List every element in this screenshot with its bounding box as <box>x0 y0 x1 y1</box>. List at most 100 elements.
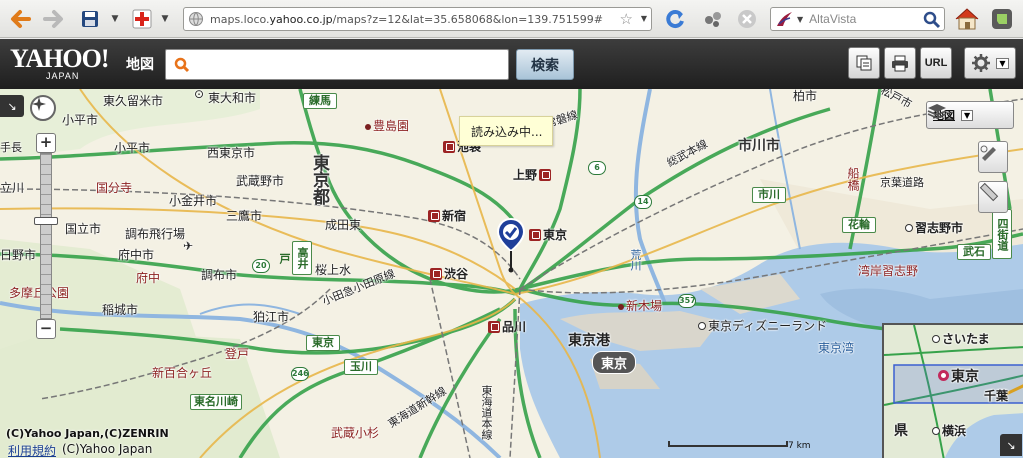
yokohama-text: 横浜 <box>942 424 967 438</box>
magnifier-icon[interactable] <box>923 11 941 29</box>
scale-bar <box>668 441 788 447</box>
logo-subtext: JAPAN <box>46 71 80 81</box>
reload-button[interactable] <box>662 6 688 32</box>
station-shibuya[interactable]: 渋谷 <box>430 265 468 282</box>
url-domain: yahoo.co.jp <box>269 12 333 26</box>
shinjuku-text: 新宿 <box>442 209 467 223</box>
map-search-input[interactable] <box>165 49 509 80</box>
measure-tool-button[interactable] <box>978 181 1008 213</box>
stop-button[interactable] <box>734 6 760 32</box>
history-dropdown-arrow[interactable]: ▼ <box>641 14 647 23</box>
forward-arrow-icon <box>43 10 63 28</box>
label-kodaira: 小平市 <box>62 113 99 127</box>
url-path: /maps?z=12&lat=35.658068&lon=139.751599# <box>332 12 603 26</box>
map-layer-selector[interactable]: 地図 ▼ <box>926 101 1014 129</box>
compass-icon <box>32 97 46 111</box>
zoom-in-button[interactable]: + <box>36 133 56 153</box>
label-tama-park: 多摩丘公園 <box>9 286 70 300</box>
label-funabashi: 船橋 <box>846 167 860 191</box>
save-dropdown-arrow[interactable]: ▼ <box>108 6 122 32</box>
collapse-panel-button[interactable]: ↘ <box>0 95 24 117</box>
floppy-disk-icon <box>82 11 98 27</box>
search-engine-dropdown[interactable]: ▼ <box>797 15 803 24</box>
map-canvas[interactable]: 東久留米市 ⊙ 東大和市 小平市 小平市 西東京市 武蔵野市 小金井市 三鷹市 … <box>0 89 1023 458</box>
rail-station-icon <box>430 267 442 280</box>
search-button[interactable]: 検索 <box>516 49 574 80</box>
addon-button[interactable] <box>700 6 726 32</box>
station-ueno[interactable]: 上野 <box>513 166 552 183</box>
url-button[interactable]: URL <box>920 47 952 79</box>
label-hino: 日野市 <box>0 248 37 262</box>
ic-tamagawa: 玉川 <box>344 359 378 375</box>
label-arakawa: 荒川 <box>629 249 642 271</box>
url-host: maps.loco. <box>210 12 270 26</box>
label-chofu-airport: 調布飛行場 <box>125 227 186 241</box>
overview-ken: 県 <box>894 423 908 439</box>
zoom-slider-thumb[interactable] <box>34 217 58 225</box>
label-musashino: 武蔵野市 <box>236 174 285 188</box>
tokyo-marker-icon <box>938 370 949 381</box>
label-disneyland: 東京ディズニーランド <box>698 317 827 334</box>
label-komae: 狛江市 <box>253 310 290 324</box>
label-noboto: 登戸 <box>225 345 249 362</box>
pan-control[interactable] <box>30 95 56 121</box>
station-shinagawa[interactable]: 品川 <box>488 318 526 335</box>
reload-icon <box>666 10 684 29</box>
shibuya-text: 渋谷 <box>444 267 469 281</box>
label-tokyo-district-badge: 東京 <box>592 351 637 374</box>
ic-tomei-kawasaki: 東名川崎 <box>190 394 242 410</box>
station-shinjuku[interactable]: 新宿 <box>428 207 466 224</box>
overview-toggle-button[interactable]: ↘ <box>1000 434 1022 456</box>
yahoo-japan-logo[interactable]: YAHOO! JAPAN <box>10 44 109 82</box>
address-text: maps.loco.yahoo.co.jp/maps?z=12&lat=35.6… <box>210 13 603 26</box>
ic-yotsukaido: 四街道 <box>992 209 1012 259</box>
print-button[interactable] <box>884 47 916 79</box>
label-tokyo-bay: 東京湾 <box>818 341 855 355</box>
settings-button[interactable]: ▼ <box>964 47 1016 79</box>
rail-station-icon <box>488 320 500 333</box>
label-tokaido-main: 東海道本線 <box>480 385 493 440</box>
ic-hanawa: 花輪 <box>842 217 876 233</box>
search-bar[interactable]: ▼ AltaVista <box>770 7 945 31</box>
zoom-out-button[interactable]: − <box>36 319 56 339</box>
forward-button[interactable] <box>40 6 68 32</box>
ic-ichikawa: 市川 <box>752 187 786 203</box>
draw-tool-button[interactable] <box>978 141 1008 173</box>
addon-icon <box>705 12 721 27</box>
evernote-icon <box>992 9 1012 29</box>
copy-button[interactable] <box>848 47 880 79</box>
loading-tooltip: 読み込み中... <box>459 116 553 146</box>
rail-station-icon <box>428 209 440 222</box>
terms-link[interactable]: 利用規約 <box>8 442 56 458</box>
logo-text: YAHOO! <box>10 44 109 73</box>
bookmark-star-icon[interactable]: ☆ <box>620 10 633 28</box>
save-page-button[interactable] <box>78 6 102 32</box>
label-fuchu-honmachi: 府中 <box>136 271 161 285</box>
station-tokyo[interactable]: 東京 <box>529 226 567 243</box>
map-copyright: (C)Yahoo Japan,(C)ZENRIN <box>6 427 169 440</box>
label-higashikurume: 東久留米市 <box>103 94 164 108</box>
route-14-badge: 14 <box>634 195 652 209</box>
back-button[interactable] <box>6 6 34 32</box>
route-20-badge: 20 <box>252 259 270 273</box>
home-button[interactable] <box>953 6 981 32</box>
evernote-button[interactable] <box>989 6 1015 32</box>
label-fuchu: 府中市 <box>118 248 155 262</box>
zoom-slider-track[interactable] <box>40 153 52 319</box>
label-koganei: 小金井市 <box>169 194 218 208</box>
search-placeholder: AltaVista <box>809 12 857 26</box>
ruler-icon <box>979 182 999 202</box>
layers-icon <box>927 104 947 119</box>
route-6-badge: 6 <box>588 161 606 175</box>
add-dropdown-arrow[interactable]: ▼ <box>158 6 172 32</box>
address-bar[interactable]: maps.loco.yahoo.co.jp/maps?z=12&lat=35.6… <box>183 7 652 31</box>
red-cross-icon <box>132 9 152 29</box>
label-musashikosugi: 武蔵小杉 <box>331 426 380 440</box>
add-bookmark-button[interactable] <box>130 6 154 32</box>
narashino-text: 習志野市 <box>915 221 964 235</box>
rail-station-icon <box>443 140 455 153</box>
browser-toolbar: ▼ ▼ maps.loco.yahoo.co.jp/maps?z=12&lat=… <box>0 0 1023 38</box>
rail-station-icon <box>539 168 552 181</box>
label-ichikawa: 市川市 <box>738 138 780 154</box>
label-mitaka: 三鷹市 <box>226 209 263 223</box>
